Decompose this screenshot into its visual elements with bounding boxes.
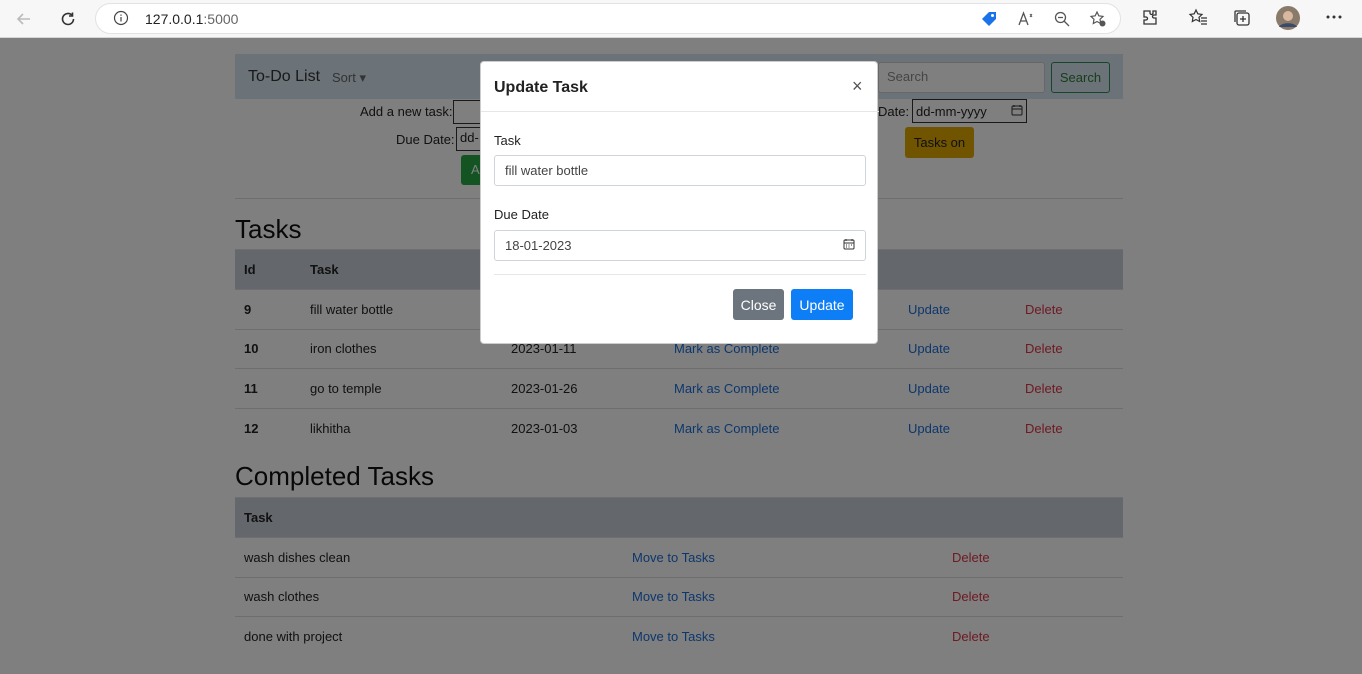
collections-icon[interactable] (1232, 8, 1252, 31)
zoom-out-icon[interactable] (1053, 10, 1071, 31)
back-icon[interactable] (12, 7, 36, 31)
url-port: :5000 (203, 11, 239, 27)
shopping-tag-icon[interactable] (980, 10, 998, 31)
calendar-icon[interactable] (843, 238, 855, 253)
url-host: 127.0.0.1 (145, 11, 204, 27)
extensions-icon[interactable] (1140, 8, 1160, 31)
more-menu-icon[interactable] (1325, 8, 1343, 29)
favorite-add-icon[interactable] (1089, 10, 1107, 31)
due-date-value: 18-01-2023 (505, 238, 572, 253)
close-button[interactable]: Close (733, 289, 784, 320)
task-field[interactable]: fill water bottle (494, 155, 866, 186)
browser-toolbar: 127.0.0.1:5000 (0, 0, 1362, 38)
update-task-modal: Update Task × Task fill water bottle Due… (480, 61, 879, 344)
modal-footer-divider (494, 274, 866, 275)
url-text: 127.0.0.1:5000 (145, 11, 238, 27)
modal-title: Update Task (494, 79, 588, 96)
profile-avatar[interactable] (1276, 6, 1300, 33)
task-field-label: Task (494, 133, 521, 148)
favorites-icon[interactable] (1188, 8, 1208, 31)
read-aloud-icon[interactable] (1017, 10, 1035, 31)
due-date-field-label: Due Date (494, 207, 549, 222)
refresh-icon[interactable] (56, 7, 80, 31)
close-icon[interactable]: × (852, 76, 863, 97)
info-icon[interactable] (113, 10, 129, 29)
address-bar[interactable]: 127.0.0.1:5000 (96, 4, 1120, 33)
update-button[interactable]: Update (791, 289, 853, 320)
due-date-field[interactable]: 18-01-2023 (494, 230, 866, 261)
modal-header-divider (481, 111, 879, 112)
